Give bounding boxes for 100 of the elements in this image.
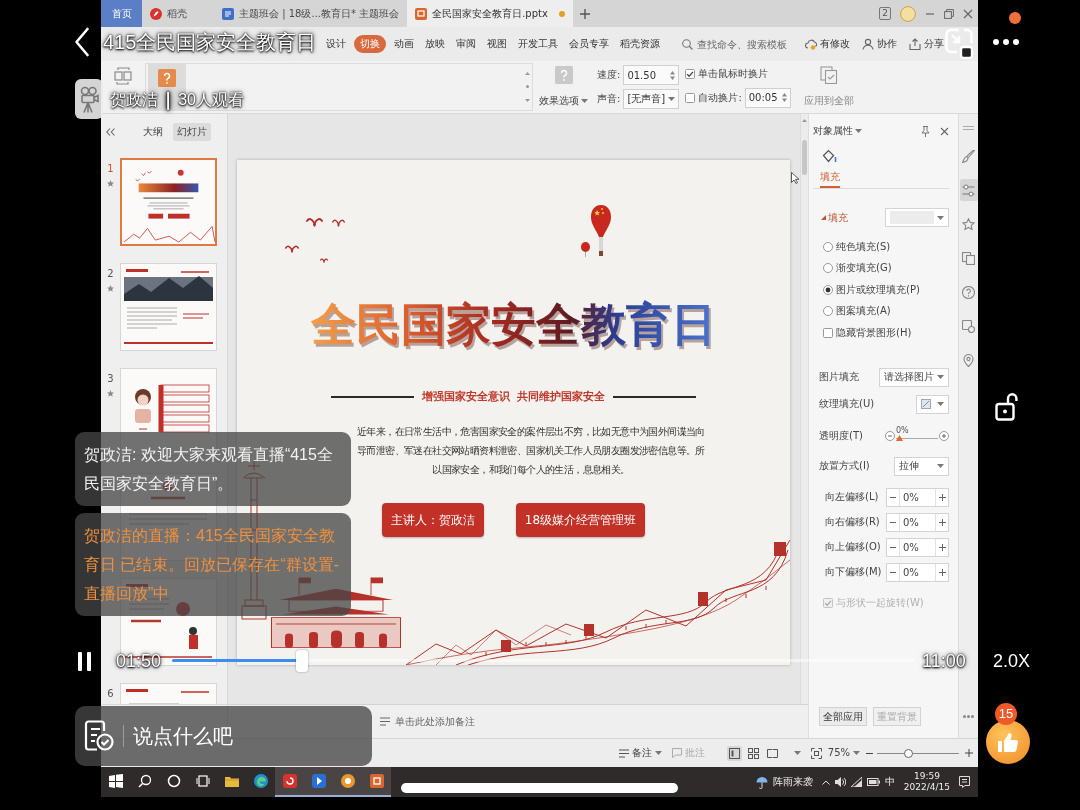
offset-spinner[interactable]: 0% [886,512,949,532]
weather-text[interactable]: 阵雨来袭 [772,775,813,789]
panel-tab[interactable]: 幻灯片 [173,123,211,141]
collapse-icon[interactable] [106,128,115,136]
menu-tab[interactable]: 视图 [484,35,510,53]
window-count[interactable]: 2 [879,7,891,20]
fill-type-option[interactable]: 纯色填充(S) [823,236,949,258]
offset-spinner[interactable]: 0% [886,562,949,582]
like-button[interactable] [986,720,1030,764]
view-button[interactable] [745,745,761,761]
property-tab[interactable]: 填充 [820,168,840,188]
slider-thumb[interactable] [896,434,903,441]
advance-on-click-checkbox[interactable]: 单击鼠标时换片 [685,66,791,81]
comment-icon[interactable] [84,720,114,752]
slider-thumb[interactable] [904,748,913,758]
hide-background-checkbox[interactable]: 隐藏背景图形(H) [823,322,949,344]
minus-icon[interactable] [890,546,896,548]
document-tab[interactable]: 稻壳 [142,0,214,27]
menu-tab[interactable]: 审阅 [453,35,479,53]
home-tab[interactable]: 首页 [101,0,142,27]
lock-icon[interactable] [995,391,1019,421]
scroll-down-icon[interactable] [525,98,530,102]
scroll-thumb[interactable] [802,140,807,175]
taskbar-app-button[interactable] [362,767,391,797]
fit-to-window-icon[interactable] [810,747,822,759]
share-button[interactable]: 分享 [909,38,944,50]
picture-fill-dropdown[interactable]: 请选择图片 [879,367,949,387]
task-view-icon[interactable] [195,774,210,788]
scroll-up-icon[interactable] [525,72,530,76]
spin-arrows-icon[interactable] [781,93,787,102]
speed-field[interactable]: 01.50 [623,65,680,85]
close-icon[interactable] [963,8,973,19]
apply-all-button[interactable]: 全部应用 [819,707,867,726]
menu-tab[interactable]: 设计 [323,35,349,53]
document-tab[interactable]: 主题班会 | 18级...教育日* 主题班会 [214,0,408,27]
menu-tab[interactable]: 放映 [422,35,448,53]
fill-type-option[interactable]: 图片或纹理填充(P) [823,279,949,301]
menu-tab[interactable]: 开发工具 [515,35,561,53]
network-icon[interactable] [850,777,862,787]
search-icon[interactable] [137,774,152,788]
menu-tab[interactable]: 稻壳资源 [617,35,663,53]
grip-icon[interactable] [963,126,974,130]
pause-icon[interactable] [78,652,91,671]
slide-thumbnail[interactable] [120,158,217,246]
close-icon[interactable] [940,126,949,136]
placement-dropdown[interactable]: 拉伸 [894,456,949,476]
caret-icon[interactable] [793,751,801,755]
zoom-dropdown[interactable]: 75% [827,747,860,759]
playback-speed-button[interactable]: 2.0X [993,650,1031,672]
comment-field[interactable]: 说点什么吧 [133,723,283,749]
minus-icon[interactable] [890,521,896,523]
taskbar-app-button[interactable] [275,767,304,797]
plus-icon[interactable] [938,568,946,576]
circle-icon[interactable] [166,774,181,788]
notes-button[interactable]: 备注 [618,747,662,759]
fill-type-option[interactable]: 图案填充(A) [823,300,949,322]
search-field[interactable]: 查找命令、搜索模板 [697,37,793,51]
menu-tab[interactable]: 会员专享 [566,35,612,53]
pin-icon[interactable] [921,125,930,137]
restore-icon[interactable] [944,8,954,19]
save-status-button[interactable]: 有修改 [805,38,850,50]
start-icon[interactable] [108,774,123,788]
chevron-up-icon[interactable] [821,779,830,785]
volume-icon[interactable] [834,777,846,787]
menu-tab[interactable]: 动画 [391,35,417,53]
notification-icon[interactable] [959,776,970,788]
back-icon[interactable] [74,27,90,57]
effect-options-button[interactable]: 效果选项 [536,61,591,113]
view-button[interactable] [726,745,742,761]
fill-type-option[interactable]: 渐变填充(G) [823,257,949,279]
plus-icon[interactable] [938,543,946,551]
new-tab-icon[interactable] [579,8,590,19]
panel-tab[interactable]: 大纲 [139,123,167,141]
picture-in-picture-icon[interactable] [944,27,974,61]
offset-spinner[interactable]: 0% [886,487,949,507]
notes-field[interactable]: 单击此处添加备注 [395,714,515,729]
auto-advance-time-field[interactable]: 00:05 [744,87,791,108]
umbrella-icon[interactable] [755,775,768,789]
collaborate-button[interactable]: 协作 [862,38,897,50]
progress-thumb[interactable] [296,650,309,672]
battery-icon[interactable] [866,778,880,786]
sidebar-tool-button[interactable] [959,179,978,201]
document-tab[interactable]: 全民国家安全教育日.pptx [407,0,573,27]
sound-dropdown[interactable]: [无声音] [623,89,680,109]
panel-title[interactable]: 对象属性 [813,124,853,138]
decrease-icon[interactable] [885,430,895,441]
auto-advance-checkbox[interactable]: 自动换片: [685,90,742,105]
texture-dropdown[interactable] [916,394,949,414]
fill-section-toggle[interactable]: 填充 [821,210,848,225]
zoom-in-icon[interactable] [965,749,973,757]
minus-icon[interactable] [890,496,896,498]
offset-spinner[interactable]: 0% [886,537,949,557]
increase-icon[interactable] [939,430,949,441]
caret-icon[interactable] [855,129,862,133]
input-method-indicator[interactable]: 中 [884,775,895,789]
plus-icon[interactable] [938,493,946,501]
plus-icon[interactable] [938,518,946,526]
spin-arrows-icon[interactable] [670,70,676,80]
fill-icon[interactable] [821,148,837,164]
minus-icon[interactable] [890,571,896,573]
